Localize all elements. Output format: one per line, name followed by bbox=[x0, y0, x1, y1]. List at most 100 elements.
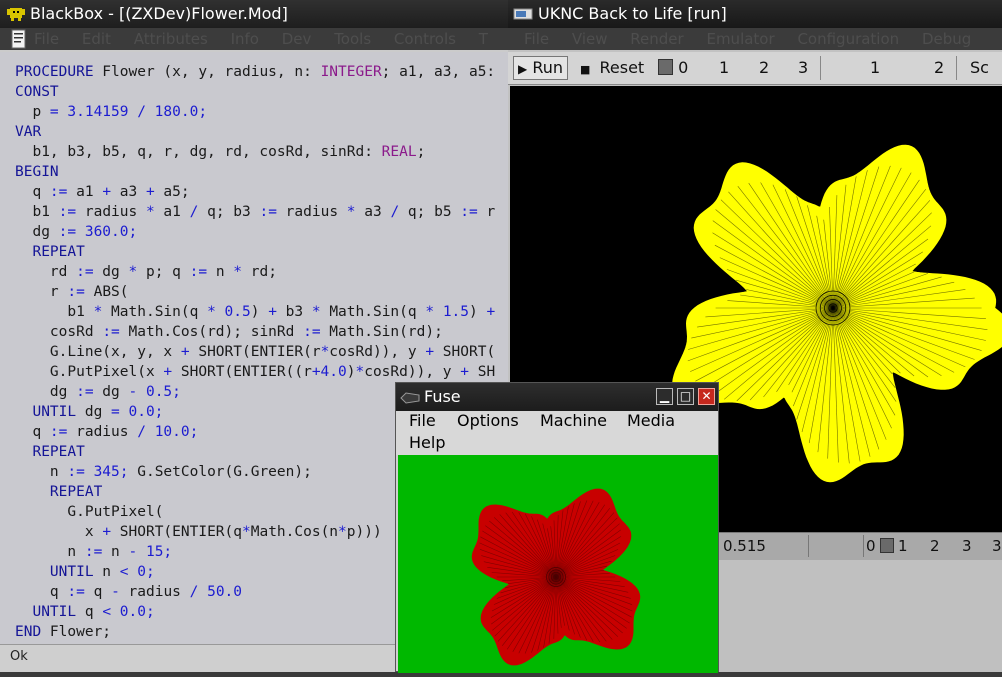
menu-edit[interactable]: Edit bbox=[82, 30, 111, 48]
uknc-titlebar[interactable]: UKNC Back to Life [run] bbox=[508, 0, 1002, 28]
blackbox-menubar: File Edit Attributes Info Dev Tools Cont… bbox=[0, 28, 508, 50]
menu-file[interactable]: File bbox=[34, 30, 59, 48]
uknc-menu-emulator[interactable]: Emulator bbox=[706, 30, 774, 48]
blackbox-titlebar[interactable]: BlackBox - [(ZXDev)Flower.Mod] bbox=[0, 0, 508, 28]
code-token: rd bbox=[15, 264, 77, 280]
fuse-emulator-screen[interactable] bbox=[398, 455, 718, 673]
status-text: Ok bbox=[10, 649, 28, 664]
code-token: Flower ( bbox=[93, 64, 173, 80]
close-icon[interactable]: ✕ bbox=[698, 388, 715, 405]
code-token: n bbox=[102, 544, 129, 560]
minimize-icon[interactable]: ▁ bbox=[656, 388, 673, 405]
code-token: / 50.0 bbox=[189, 584, 243, 600]
code-token: * 1.5 bbox=[425, 304, 470, 320]
code-token: REAL bbox=[381, 144, 417, 160]
floppy-icon bbox=[658, 59, 673, 75]
code-token: n bbox=[207, 264, 234, 280]
menu-controls[interactable]: Controls bbox=[394, 30, 456, 48]
code-token: := bbox=[102, 324, 120, 340]
uknc-menu-view[interactable]: View bbox=[572, 30, 608, 48]
stop-icon: ■ bbox=[580, 63, 591, 76]
menu-attributes[interactable]: Attributes bbox=[134, 30, 208, 48]
fuse-menu-machine[interactable]: Machine bbox=[540, 411, 607, 430]
reset-label: Reset bbox=[599, 58, 645, 77]
document-icon[interactable] bbox=[10, 29, 28, 49]
code-token: := bbox=[303, 324, 321, 340]
fuse-app-icon bbox=[400, 392, 420, 404]
fuse-menu-options[interactable]: Options bbox=[457, 411, 519, 430]
screenshot-button[interactable]: Sc bbox=[970, 58, 989, 78]
hdd-label: 2 bbox=[934, 58, 945, 77]
code-token: p; q bbox=[137, 264, 190, 280]
uknc-menu-configuration[interactable]: Configuration bbox=[797, 30, 899, 48]
code-token: := 360.0; bbox=[58, 224, 138, 240]
code-token: REPEAT bbox=[15, 244, 85, 260]
menu-info[interactable]: Info bbox=[231, 30, 259, 48]
status-drive-1: 1 bbox=[898, 537, 908, 555]
floppy-drive-0[interactable]: 0 bbox=[658, 58, 688, 78]
code-token: * 0.5 bbox=[207, 304, 251, 320]
code-line: rd := dg * p; q := n * rd; bbox=[15, 262, 508, 282]
code-token: < 0; bbox=[119, 564, 155, 580]
status-drive-2: 2 bbox=[930, 537, 940, 555]
hdd-2[interactable]: 2 bbox=[934, 58, 944, 78]
code-token: UNTIL bbox=[15, 564, 94, 580]
floppy-icon bbox=[880, 538, 895, 553]
code-token: REPEAT bbox=[15, 484, 103, 500]
code-line: r := ABS( bbox=[15, 282, 508, 302]
drive-label: 0 bbox=[866, 537, 876, 555]
drive-label: 2 bbox=[759, 58, 770, 77]
code-token: INTEGER bbox=[320, 64, 382, 80]
code-line: q := a1 + a3 + a5; bbox=[15, 182, 508, 202]
code-token: a5; bbox=[154, 184, 190, 200]
code-token: ; a1, a3, a5: bbox=[381, 64, 496, 80]
menu-truncated[interactable]: T bbox=[479, 30, 488, 48]
code-token: SHORT( bbox=[434, 344, 496, 360]
code-line: REPEAT bbox=[15, 242, 508, 262]
code-token: + bbox=[486, 304, 496, 320]
code-token: SHORT(ENTIER((r bbox=[172, 364, 312, 380]
uknc-toolbar: ▶ Run ■ Reset 0 1 2 3 1 2 Sc bbox=[508, 52, 1002, 85]
code-token: a1 bbox=[154, 204, 190, 220]
menu-tools[interactable]: Tools bbox=[334, 30, 371, 48]
code-line: cosRd := Math.Cos(rd); sinRd := Math.Sin… bbox=[15, 322, 508, 342]
code-token: G.PutPixel(x bbox=[15, 364, 164, 380]
code-token: ) bbox=[469, 304, 487, 320]
code-token: a3 bbox=[355, 204, 391, 220]
code-token: * bbox=[320, 344, 330, 360]
uknc-menu-file[interactable]: File bbox=[524, 30, 549, 48]
code-token: dg bbox=[93, 384, 129, 400]
code-token: x, y, radius, n: bbox=[172, 64, 321, 80]
code-line: BEGIN bbox=[15, 162, 508, 182]
code-token: * bbox=[128, 264, 138, 280]
blackbox-app-icon bbox=[7, 8, 25, 21]
code-line: G.Line(x, y, x + SHORT(ENTIER(r*cosRd)),… bbox=[15, 342, 508, 362]
fuse-menu-media[interactable]: Media bbox=[627, 411, 675, 430]
code-token: p bbox=[15, 104, 50, 120]
reset-button[interactable]: ■ Reset bbox=[580, 58, 644, 80]
code-token: - bbox=[111, 584, 120, 600]
code-line: p = 3.14159 / 180.0; bbox=[15, 102, 508, 122]
maximize-icon[interactable]: □ bbox=[677, 388, 694, 405]
floppy-drive-1[interactable]: 1 bbox=[719, 58, 729, 78]
floppy-drive-2[interactable]: 2 bbox=[759, 58, 769, 78]
hdd-label: 1 bbox=[870, 58, 881, 77]
fuse-menu-help[interactable]: Help bbox=[409, 433, 445, 452]
menu-dev[interactable]: Dev bbox=[282, 30, 312, 48]
status-separator bbox=[863, 535, 864, 557]
hdd-1[interactable]: 1 bbox=[870, 58, 880, 78]
code-token: := bbox=[49, 424, 68, 440]
fuse-titlebar[interactable]: Fuse ▁ □ ✕ bbox=[396, 383, 718, 411]
uknc-menu-render[interactable]: Render bbox=[630, 30, 683, 48]
status-drive-3b: 3 bbox=[992, 537, 1002, 555]
code-token: dg bbox=[15, 384, 77, 400]
uknc-menu-debug[interactable]: Debug bbox=[922, 30, 971, 48]
code-line: b1 := radius * a1 / q; b3 := radius * a3… bbox=[15, 202, 508, 222]
fuse-menu-file[interactable]: File bbox=[409, 411, 436, 430]
run-button[interactable]: ▶ Run bbox=[513, 56, 569, 80]
code-token: n bbox=[15, 544, 85, 560]
uknc-app-icon bbox=[513, 8, 533, 20]
code-token: * bbox=[233, 264, 243, 280]
floppy-drive-3[interactable]: 3 bbox=[798, 58, 808, 78]
code-token: x bbox=[15, 524, 103, 540]
